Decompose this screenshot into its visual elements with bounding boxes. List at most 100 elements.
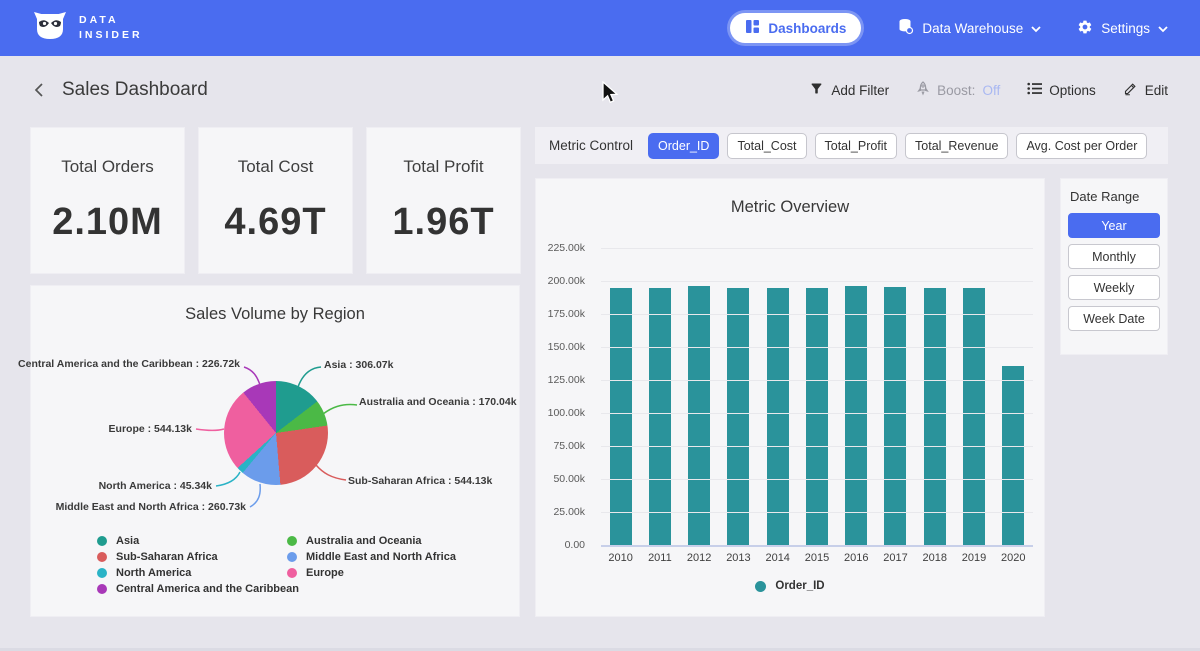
kpi-label: Total Cost (238, 157, 314, 177)
page-title: Sales Dashboard (62, 79, 208, 101)
settings-label: Settings (1101, 21, 1150, 36)
y-tick-label: 100.00k (548, 407, 585, 419)
pie-callout-sub-saharan-africa: Sub-Saharan Africa : 544.13k (348, 475, 492, 487)
bar-cell (758, 248, 797, 545)
x-tick-label: 2018 (915, 552, 954, 564)
bar-2010[interactable] (610, 288, 632, 545)
bar-2013[interactable] (727, 288, 749, 545)
legend-label: North America (116, 567, 191, 579)
legend-dot (287, 536, 297, 546)
legend-series-name: Order_ID (775, 580, 824, 592)
bar-2016[interactable] (845, 286, 867, 545)
date-range-weekly-button[interactable]: Weekly (1068, 275, 1160, 300)
legend-label: Central America and the Caribbean (116, 583, 299, 595)
data-warehouse-menu[interactable]: Data Warehouse (897, 18, 1041, 38)
pie-callout-australia-oceania: Australia and Oceania : 170.04k (359, 396, 517, 408)
date-range-panel: Date Range Year Monthly Weekly Week Date (1060, 178, 1168, 355)
chevron-down-icon (1158, 21, 1168, 36)
boost-label: Boost: (937, 83, 975, 98)
pie-legend-column-1: Asia Sub-Saharan Africa North America Centr… (97, 533, 299, 597)
bar-cell (680, 248, 719, 545)
x-axis-baseline (601, 545, 1033, 547)
date-range-week-date-button[interactable]: Week Date (1068, 306, 1160, 331)
x-tick-label: 2017 (876, 552, 915, 564)
pie-legend-item[interactable]: Australia and Oceania (287, 533, 456, 549)
pie-callout-middle-east-north-africa: Middle East and North Africa : 260.73k (56, 501, 246, 513)
legend-label: Asia (116, 535, 139, 547)
legend-label: Europe (306, 567, 344, 579)
dashboards-button[interactable]: Dashboards (730, 13, 861, 43)
kpi-card-total-cost: Total Cost 4.69T (198, 127, 353, 274)
gridline (601, 479, 1033, 480)
bar-cell (915, 248, 954, 545)
legend-dot (97, 584, 107, 594)
settings-menu[interactable]: Settings (1077, 19, 1168, 38)
legend-dot (97, 552, 107, 562)
gridline (601, 248, 1033, 249)
bar-cell (601, 248, 640, 545)
pie-callout-central-america-caribbean: Central America and the Caribbean : 226.… (18, 358, 240, 370)
pie-legend-item[interactable]: Central America and the Caribbean (97, 581, 299, 597)
metric-button-total-profit[interactable]: Total_Profit (815, 133, 898, 159)
options-label: Options (1049, 83, 1096, 98)
x-tick-label: 2019 (954, 552, 993, 564)
bar-2015[interactable] (806, 288, 828, 545)
kpi-card-total-orders: Total Orders 2.10M (30, 127, 185, 274)
x-tick-label: 2010 (601, 552, 640, 564)
metric-button-total-cost[interactable]: Total_Cost (727, 133, 806, 159)
y-tick-label: 150.00k (548, 341, 585, 353)
filter-funnel-icon (809, 81, 824, 99)
edit-button[interactable]: Edit (1123, 81, 1168, 99)
gridline (601, 446, 1033, 447)
metric-button-total-revenue[interactable]: Total_Revenue (905, 133, 1008, 159)
bar-cell (954, 248, 993, 545)
legend-label: Sub-Saharan Africa (116, 551, 218, 563)
pie-legend-column-2: Australia and OceaniaMiddle East and Nor… (287, 533, 456, 581)
metric-button-avg-cost-per-order[interactable]: Avg. Cost per Order (1016, 133, 1147, 159)
back-button[interactable] (32, 81, 46, 99)
bar-cell (837, 248, 876, 545)
options-button[interactable]: Options (1027, 82, 1096, 98)
edit-label: Edit (1145, 83, 1168, 98)
y-tick-label: 125.00k (548, 374, 585, 386)
y-tick-label: 25.00k (553, 506, 585, 518)
boost-value: Off (982, 83, 1000, 98)
date-range-year-button[interactable]: Year (1068, 213, 1160, 238)
boost-toggle[interactable]: Boost: Off (916, 81, 1000, 99)
brand-logo[interactable]: DATA INSIDER (32, 10, 143, 47)
add-filter-button[interactable]: Add Filter (809, 81, 889, 99)
pie-legend-item[interactable]: Sub-Saharan Africa (97, 549, 299, 565)
gridline (601, 413, 1033, 414)
bar-2012[interactable] (688, 286, 710, 545)
date-range-monthly-button[interactable]: Monthly (1068, 244, 1160, 269)
add-filter-label: Add Filter (831, 83, 889, 98)
bar-plot (601, 248, 1033, 545)
bar-2014[interactable] (767, 288, 789, 545)
bar-chart-y-axis: 225.00k200.00k175.00k150.00k125.00k100.0… (536, 248, 591, 545)
metric-button-order-id[interactable]: Order_ID (648, 133, 719, 159)
dashboards-label: Dashboards (768, 21, 846, 36)
database-icon (897, 18, 914, 38)
bar-2011[interactable] (649, 288, 671, 545)
bar-2019[interactable] (963, 288, 985, 545)
pie-legend-item[interactable]: Middle East and North Africa (287, 549, 456, 565)
bar-2020[interactable] (1002, 366, 1024, 545)
bar-2018[interactable] (924, 288, 946, 545)
date-range-label: Date Range (1070, 189, 1167, 204)
pie-callout-north-america: North America : 45.34k (99, 480, 212, 492)
y-tick-label: 50.00k (553, 473, 585, 485)
bar-2017[interactable] (884, 287, 906, 545)
gridline (601, 281, 1033, 282)
pie-legend-item[interactable]: North America (97, 565, 299, 581)
bar-series (601, 248, 1033, 545)
metric-control-label: Metric Control (549, 138, 633, 153)
gridline (601, 380, 1033, 381)
bar-cell (876, 248, 915, 545)
pie-legend-item[interactable]: Europe (287, 565, 456, 581)
bar-cell (994, 248, 1033, 545)
bar-cell (797, 248, 836, 545)
pie-legend-item[interactable]: Asia (97, 533, 299, 549)
y-tick-label: 75.00k (553, 440, 585, 452)
legend-dot (97, 568, 107, 578)
legend-dot (287, 552, 297, 562)
